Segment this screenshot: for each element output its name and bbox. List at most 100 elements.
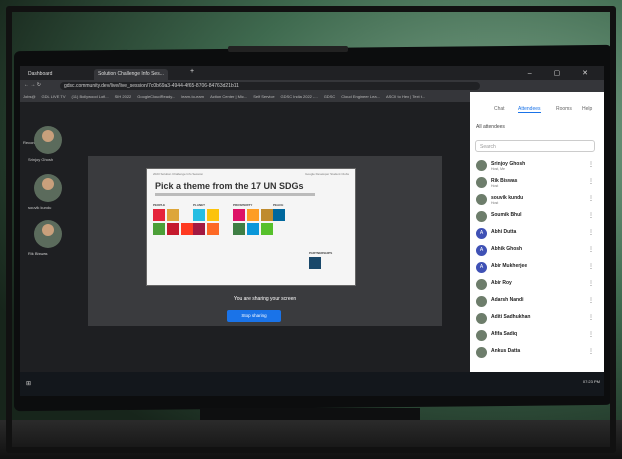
sdg-tile (193, 223, 205, 235)
window-controls[interactable]: – ▢ ✕ (528, 69, 598, 77)
slide-header-left: 2023 Solution Challenge Info Session (153, 172, 204, 176)
webcam-bar (228, 46, 348, 52)
more-options-icon[interactable]: ⋮ (588, 297, 594, 304)
tab-attendees[interactable]: Attendees (518, 106, 541, 113)
more-options-icon[interactable]: ⋮ (588, 161, 594, 168)
more-options-icon[interactable]: ⋮ (588, 280, 594, 287)
sdg-tile (207, 223, 219, 235)
screen-share-area: 2023 Solution Challenge Info Session Goo… (88, 156, 442, 326)
more-options-icon[interactable]: ⋮ (588, 314, 594, 321)
attendee-role: Host, Me (491, 167, 506, 171)
stop-sharing-button[interactable]: Stop sharing (227, 310, 281, 322)
sdg-tile (181, 223, 193, 235)
browser-tab[interactable]: Dashboard (24, 69, 56, 80)
more-options-icon[interactable]: ⋮ (588, 195, 594, 202)
more-options-icon[interactable]: ⋮ (588, 263, 594, 270)
avatar (476, 211, 487, 222)
participant-tile[interactable] (34, 126, 62, 154)
bookmark-item[interactable]: (11) Bollywood Lofi... (72, 94, 109, 99)
url-field[interactable]: gdsc.community.dev/live/live_session/7c0… (60, 82, 480, 90)
avatar (476, 313, 487, 324)
sdg-tile (261, 223, 273, 235)
bookmark-item[interactable]: ASCII to Hex | Text t... (386, 94, 425, 99)
more-options-icon[interactable]: ⋮ (588, 331, 594, 338)
all-attendees-label[interactable]: All attendees (476, 124, 505, 130)
attendee-name: Afifa Sadiq (491, 331, 518, 337)
avatar (476, 160, 487, 171)
sdg-group-label: PROSPERITY (233, 203, 253, 207)
attendee-name: Abhi Dutta (491, 229, 517, 235)
attendee-row[interactable]: Rik Biswas Host ⋮ (470, 175, 604, 191)
avatar (476, 347, 487, 358)
sdg-tile (167, 209, 179, 221)
attendee-row[interactable]: Ankus Datta ⋮ (470, 345, 604, 361)
participant-name: souvik kundu (28, 205, 52, 210)
attendee-row[interactable]: Adarsh Nandi ⋮ (470, 294, 604, 310)
attendee-row[interactable]: Abir Roy ⋮ (470, 277, 604, 293)
avatar (476, 330, 487, 341)
attendee-row[interactable]: A Abhi Dutta ⋮ (470, 226, 604, 242)
slide-header-right: Google Developer Student Clubs (305, 172, 349, 176)
bookmark-item[interactable]: GDSC India 2022 -... (281, 94, 318, 99)
meeting-stage: Recording Srinjoy Ghosh souvik kundu Rik… (20, 102, 470, 396)
participant-tile[interactable] (34, 174, 62, 202)
avatar: A (476, 262, 487, 273)
bookmark-item[interactable]: GoogleCloudReady... (137, 94, 175, 99)
avatar: A (476, 245, 487, 256)
attendees-panel: Chat Attendees Rooms Help All attendees … (470, 92, 604, 372)
attendee-name: Adarsh Nandi (491, 297, 524, 303)
new-tab-icon[interactable]: + (190, 68, 194, 75)
tab-label: Solution Challenge Info Ses... (98, 71, 164, 77)
avatar (476, 194, 487, 205)
photo: Dashboard Solution Challenge Info Ses...… (0, 0, 622, 459)
avatar: A (476, 228, 487, 239)
bookmark-item[interactable]: Self Service (253, 94, 274, 99)
attendee-name: Aditi Sadhukhan (491, 314, 531, 320)
more-options-icon[interactable]: ⋮ (588, 178, 594, 185)
bookmark-item[interactable]: Cloud Engineer Lea... (341, 94, 380, 99)
bookmark-item[interactable]: SIH 2022 (115, 94, 132, 99)
bookmark-item[interactable]: Jobs@ (23, 94, 36, 99)
sdg-tile (247, 209, 259, 221)
sdg-group-label: PEACE (273, 203, 284, 207)
bookmark-item[interactable]: learn-to-earn (181, 94, 204, 99)
tab-rooms[interactable]: Rooms (556, 106, 572, 112)
more-options-icon[interactable]: ⋮ (588, 348, 594, 355)
attendee-name: Soumik Bhul (491, 212, 522, 218)
avatar (476, 279, 487, 290)
browser-tab-active[interactable]: Solution Challenge Info Ses... (94, 69, 168, 80)
attendee-row[interactable]: Afifa Sadiq ⋮ (470, 328, 604, 344)
windows-start-icon[interactable]: ⊞ (26, 380, 31, 387)
sdg-tile (261, 209, 273, 221)
sdg-tile (233, 223, 245, 235)
tab-help[interactable]: Help (582, 106, 592, 112)
attendee-name: Abir Mukherjee (491, 263, 528, 269)
participant-tile[interactable] (34, 220, 62, 248)
attendee-row[interactable]: Soumik Bhul ⋮ (470, 209, 604, 225)
sdg-tile (273, 209, 285, 221)
more-options-icon[interactable]: ⋮ (588, 212, 594, 219)
taskbar-clock: 07:23 PM (582, 379, 600, 384)
attendee-row[interactable]: A Abir Mukherjee ⋮ (470, 260, 604, 276)
bookmark-item[interactable]: Action Center | Mic... (210, 94, 247, 99)
recording-indicator: Recording (20, 138, 470, 146)
attendee-role: Host (491, 201, 499, 205)
desk (0, 420, 622, 459)
bookmark-item[interactable]: GDSC (324, 94, 336, 99)
search-input[interactable]: Search (475, 140, 595, 152)
attendee-row[interactable]: A Abhik Ghosh ⋮ (470, 243, 604, 259)
taskbar: ⊞ 07:23 PM (20, 372, 604, 396)
sdg-group-label: PARTNERSHIPS (309, 251, 333, 255)
bookmark-item[interactable]: GDL LIVE TV (42, 94, 66, 99)
tab-chat[interactable]: Chat (494, 106, 505, 112)
attendee-row[interactable]: Srinjoy Ghosh Host, Me ⋮ (470, 158, 604, 174)
sdg-tile (207, 209, 219, 221)
nav-arrows-icon[interactable]: ← → ↻ (24, 82, 41, 88)
attendee-row[interactable]: Aditi Sadhukhan ⋮ (470, 311, 604, 327)
attendee-name: Ankus Datta (491, 348, 521, 354)
attendee-row[interactable]: souvik kundu Host ⋮ (470, 192, 604, 208)
slide-subtitle-line (155, 193, 315, 196)
avatar (476, 296, 487, 307)
more-options-icon[interactable]: ⋮ (588, 246, 594, 253)
more-options-icon[interactable]: ⋮ (588, 229, 594, 236)
